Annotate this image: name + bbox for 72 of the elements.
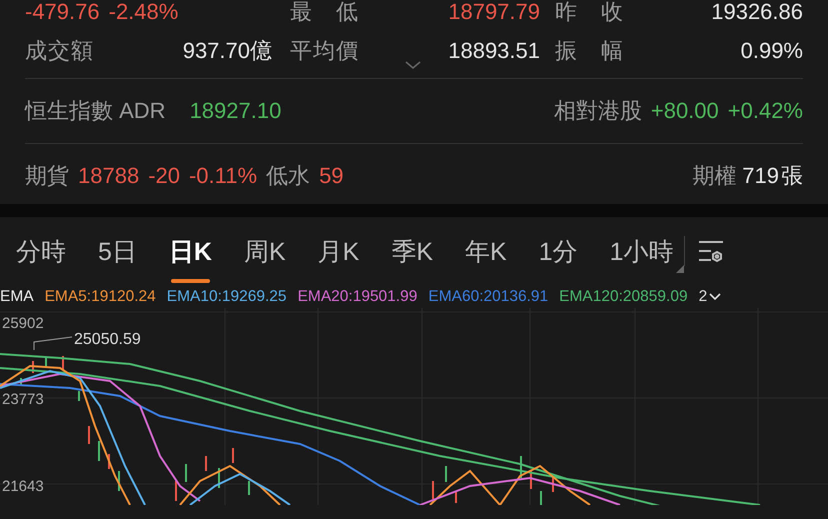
candlestick: [455, 491, 457, 503]
candlestick: [78, 391, 80, 401]
candlestick: [530, 471, 532, 489]
tab-underline: [170, 279, 210, 283]
period-tab[interactable]: 日K: [168, 234, 212, 268]
candlestick: [185, 464, 187, 482]
options-label: 期權: [692, 162, 736, 190]
futures-label: 期貨: [25, 162, 69, 190]
stat-value: 18893.51: [448, 38, 540, 64]
indicator-name[interactable]: EMA: [0, 288, 34, 306]
indicator-count[interactable]: 2: [698, 288, 708, 306]
stat-label: 昨 收: [555, 0, 624, 26]
candlestick: [232, 448, 234, 463]
ema-value: EMA20:19501.99: [298, 288, 418, 306]
candlestick: [45, 358, 47, 368]
ema-value: EMA10:19269.25: [166, 288, 287, 306]
period-tab[interactable]: 1分: [538, 234, 578, 268]
stat-label: 平均價: [290, 37, 358, 65]
change-percent: -2.48%: [108, 0, 178, 25]
futures-price: 18788: [78, 163, 140, 189]
candlestick: [520, 456, 522, 478]
axis-label: 23773: [2, 391, 44, 408]
basis-value: 59: [319, 163, 344, 189]
period-tab[interactable]: 1小時: [610, 234, 674, 268]
period-tab[interactable]: 5日: [98, 234, 137, 268]
period-tab[interactable]: 季K: [391, 234, 434, 268]
axis-label: 21643: [2, 478, 44, 495]
candlestick: [432, 481, 434, 499]
high-price-label: 25050.59: [74, 331, 141, 349]
basis-label: 低水: [266, 162, 310, 190]
relative-percent: +0.42%: [728, 98, 803, 124]
settings-icon[interactable]: [698, 239, 724, 263]
adr-label: 恒生指數 ADR: [25, 97, 166, 125]
candlestick: [205, 456, 207, 471]
options-count: 719: [742, 163, 779, 189]
candlestick: [540, 491, 542, 505]
stat-value: 937.70億: [182, 37, 272, 65]
candlestick: [98, 441, 100, 461]
futures-change: -20: [148, 163, 180, 189]
candlestick: [20, 378, 22, 386]
change-value: -479.76: [25, 0, 100, 25]
stat-label: 振 幅: [555, 37, 624, 65]
stat-value: 19326.86: [711, 0, 803, 25]
ema-value: EMA60:20136.91: [428, 288, 548, 306]
candlestick: [32, 361, 34, 373]
candlestick: [118, 471, 120, 491]
stat-label: 最 低: [290, 0, 358, 26]
period-tab[interactable]: 周K: [244, 234, 286, 268]
stat-value: 18797.79: [448, 0, 540, 25]
candlestick: [108, 454, 110, 469]
candlestick: [62, 356, 64, 370]
futures-percent: -0.11%: [188, 163, 258, 189]
options-unit: 張: [781, 162, 803, 190]
candlestick: [552, 476, 554, 492]
stat-value: 0.99%: [740, 38, 803, 64]
candlestick: [218, 468, 220, 488]
candlestick: [445, 466, 447, 482]
adr-value: 18927.10: [190, 98, 282, 124]
period-tab[interactable]: 分時: [16, 234, 66, 268]
relative-label: 相對港股: [554, 97, 642, 125]
ema-value: EMA120:20859.09: [559, 288, 688, 306]
period-tab[interactable]: 月K: [318, 234, 360, 268]
candlestick: [175, 481, 177, 501]
axis-label: 25902: [2, 315, 44, 332]
candlestick: [88, 426, 90, 444]
period-tab[interactable]: 年K: [465, 234, 507, 268]
ema-value: EMA5:19120.24: [44, 288, 156, 306]
stat-label: 成交額: [25, 37, 94, 65]
candlestick: [248, 481, 250, 495]
relative-change: +80.00: [650, 98, 719, 124]
leader-line: [34, 336, 72, 350]
dropdown-corner-icon[interactable]: [676, 265, 684, 273]
